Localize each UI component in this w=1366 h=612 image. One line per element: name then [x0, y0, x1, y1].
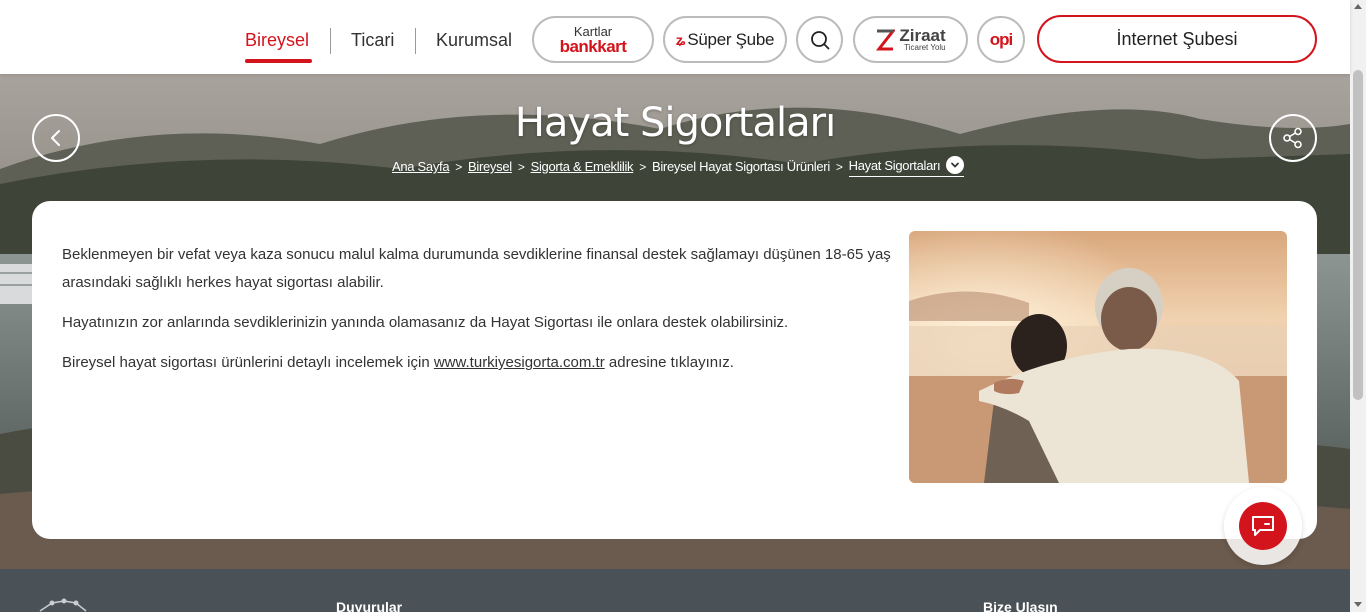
- back-arrow-icon: [51, 130, 60, 146]
- page-title: Hayat Sigortaları: [514, 100, 836, 146]
- breadcrumb-current-label: Hayat Sigortaları: [848, 157, 941, 173]
- share-icon: [1283, 127, 1302, 149]
- chevron-down-icon: [946, 156, 965, 174]
- bankkart-logo: Kartlar bankkart: [560, 25, 627, 55]
- network-icon: [39, 598, 87, 612]
- kartlar-bankkart-button[interactable]: Kartlar bankkart: [532, 16, 654, 63]
- paragraph-3-suffix: adresine tıklayınız.: [604, 354, 734, 371]
- paragraph-3: Bireysel hayat sigortası ürünlerini deta…: [62, 349, 892, 377]
- tab-kurumsal[interactable]: Kurumsal: [436, 30, 512, 51]
- share-button[interactable]: [1269, 114, 1317, 162]
- couple-beach-image: [909, 231, 1287, 483]
- ziraat-logo: Ziraat Ticaret Yolu: [875, 26, 946, 52]
- turkiyesigorta-link[interactable]: www.turkiyesigorta.com.tr: [434, 354, 605, 371]
- paragraph-3-text: Bireysel hayat sigortası ürünlerini deta…: [62, 354, 434, 371]
- breadcrumb-separator: >: [835, 159, 843, 174]
- ziraat-label: Ziraat: [899, 26, 946, 45]
- site-header: Bireysel Ticari Kurumsal Kartlar bankkar…: [0, 0, 1350, 74]
- paragraph-2: Hayatınızın zor anlarında sevdiklerinizi…: [62, 314, 789, 331]
- ziraat-icon: [876, 29, 896, 50]
- page-scrollbar[interactable]: [1350, 0, 1366, 612]
- nav-divider: [330, 28, 331, 54]
- opi-button[interactable]: opi: [977, 16, 1025, 63]
- breadcrumb-separator: >: [639, 159, 646, 174]
- super-sube-label: Süper Şube: [687, 29, 775, 49]
- scroll-up-arrow-icon[interactable]: [1354, 4, 1362, 9]
- ziraat-ticaret-yolu-button[interactable]: Ziraat Ticaret Yolu: [853, 16, 968, 63]
- nav-divider: [415, 28, 416, 54]
- site-footer: Duyurular Bize Ulaşın: [0, 569, 1350, 612]
- breadcrumb: Ana Sayfa > Bireysel > Sigorta & Emeklil…: [392, 156, 965, 177]
- scrollbar-thumb[interactable]: [1353, 70, 1363, 400]
- tab-bireysel[interactable]: Bireysel: [245, 30, 309, 51]
- breadcrumb-separator: >: [455, 159, 463, 174]
- super-sube-button[interactable]: ʑ Süper Şube: [663, 16, 787, 63]
- search-button[interactable]: [796, 16, 843, 63]
- bankkart-label: bankkart: [559, 36, 627, 56]
- breadcrumb-sigorta-emeklilik[interactable]: Sigorta & Emeklilik: [531, 159, 634, 174]
- breadcrumb-bireysel[interactable]: Bireysel: [468, 159, 512, 174]
- breadcrumb-current-dropdown[interactable]: Hayat Sigortaları: [848, 156, 965, 177]
- super-sube-icon: ʑ: [675, 31, 686, 48]
- chat-widget: [1224, 487, 1302, 565]
- opi-logo: opi: [989, 29, 1013, 49]
- active-tab-indicator: [245, 59, 312, 63]
- ticaret-yolu-label: Ticaret Yolu: [904, 43, 946, 52]
- breadcrumb-separator: >: [517, 159, 525, 174]
- hero-section: Hayat Sigortaları Ana Sayfa > Bireysel >…: [0, 74, 1350, 569]
- chat-icon: [1252, 516, 1274, 536]
- search-icon: [810, 30, 829, 49]
- content-text: Beklenmeyen bir vefat veya kaza sonucu m…: [62, 241, 892, 389]
- scroll-down-arrow-icon[interactable]: [1354, 602, 1362, 607]
- content-card: Beklenmeyen bir vefat veya kaza sonucu m…: [32, 201, 1317, 539]
- paragraph-1: Beklenmeyen bir vefat veya kaza sonucu m…: [62, 246, 891, 291]
- footer-duyurular-heading[interactable]: Duyurular: [336, 599, 402, 612]
- tab-ticari[interactable]: Ticari: [351, 30, 394, 51]
- kartlar-label: Kartlar: [573, 23, 613, 39]
- breadcrumb-ana-sayfa[interactable]: Ana Sayfa: [392, 159, 450, 174]
- breadcrumb-hayat-sigortasi-urunleri: Bireysel Hayat Sigortası Ürünleri: [651, 159, 830, 174]
- back-button[interactable]: [32, 114, 80, 162]
- footer-bize-ulasin-heading[interactable]: Bize Ulaşın: [983, 599, 1058, 612]
- internet-subesi-button[interactable]: İnternet Şubesi: [1037, 15, 1317, 63]
- chat-button[interactable]: [1239, 502, 1287, 550]
